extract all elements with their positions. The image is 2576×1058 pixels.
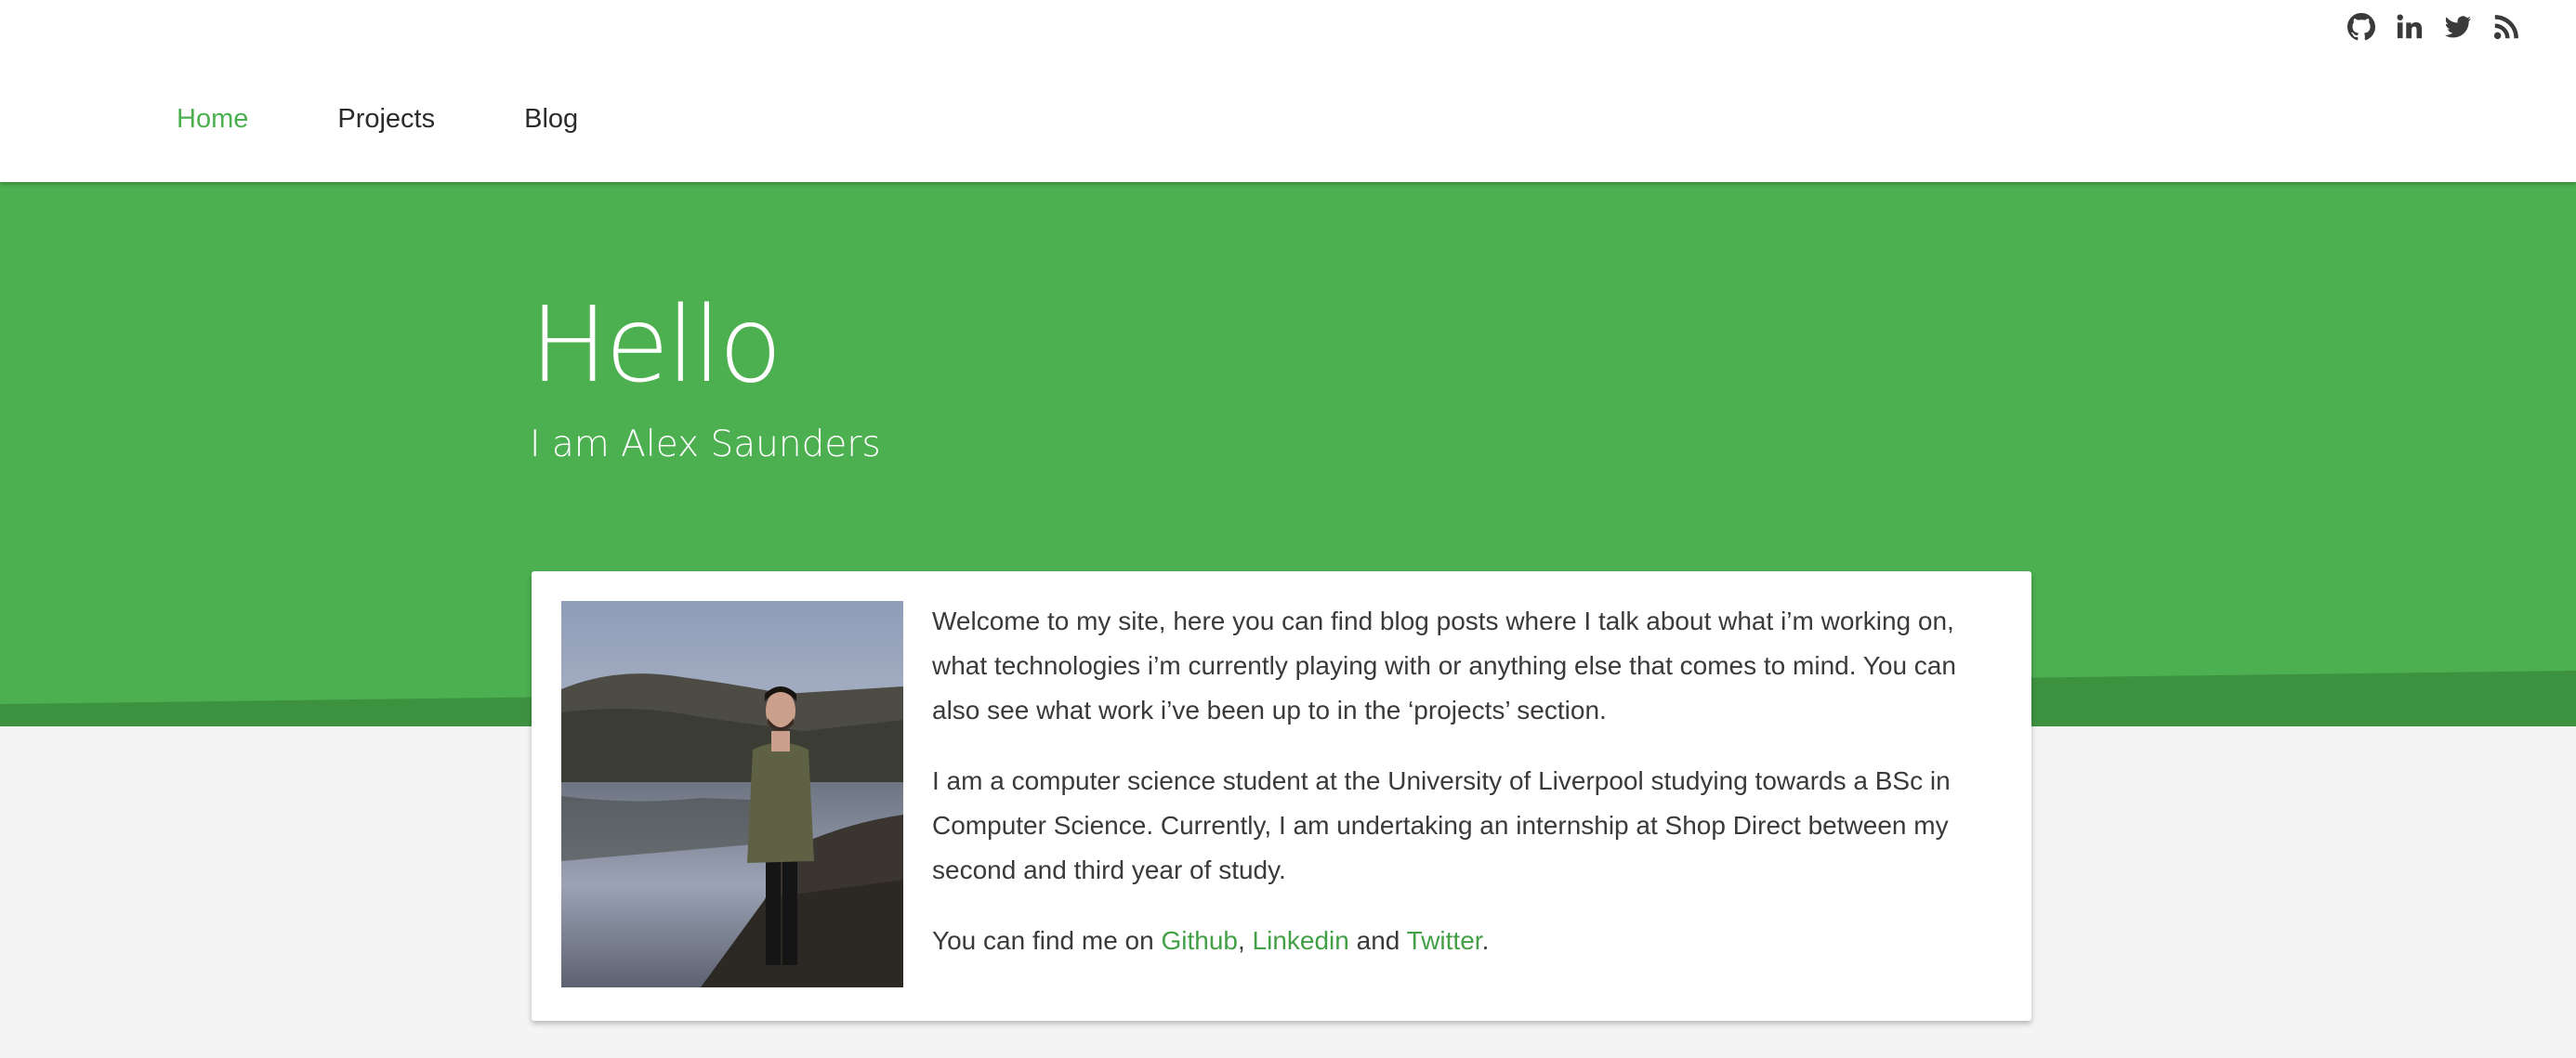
- separator-and: and: [1348, 926, 1407, 955]
- intro-paragraph-1: Welcome to my site, here you can find bl…: [932, 607, 1956, 725]
- find-prefix: You can find me on: [932, 926, 1162, 955]
- intro-card: Welcome to my site, here you can find bl…: [532, 571, 2031, 1021]
- nav-blog[interactable]: Blog: [524, 104, 578, 135]
- linkedin-link[interactable]: Linkedin: [1253, 926, 1349, 955]
- github-icon[interactable]: [2347, 13, 2375, 41]
- github-link[interactable]: Github: [1161, 926, 1238, 955]
- separator-comma: ,: [1237, 926, 1253, 955]
- twitter-link[interactable]: Twitter: [1407, 926, 1482, 955]
- social-links: [2347, 13, 2520, 41]
- twitter-icon[interactable]: [2444, 13, 2472, 41]
- intro-text: Welcome to my site, here you can find bl…: [932, 599, 2001, 989]
- site-header: Home Projects Blog: [0, 0, 2576, 182]
- intro-paragraph-links: You can find me on Github, Linkedin and …: [932, 919, 2001, 963]
- hero-title: Hello: [530, 285, 782, 406]
- profile-photo: [561, 601, 903, 987]
- rss-icon[interactable]: [2492, 13, 2520, 41]
- main-nav: Home Projects Blog: [177, 104, 667, 135]
- find-suffix: .: [1481, 926, 1490, 955]
- nav-projects[interactable]: Projects: [337, 104, 435, 135]
- hero-text: Hello I am Alex Saunders: [530, 294, 881, 465]
- hero-subtitle: I am Alex Saunders: [530, 424, 881, 465]
- intro-paragraph-2: I am a computer science student at the U…: [932, 766, 1951, 884]
- linkedin-icon[interactable]: [2396, 13, 2424, 41]
- nav-home[interactable]: Home: [177, 104, 248, 135]
